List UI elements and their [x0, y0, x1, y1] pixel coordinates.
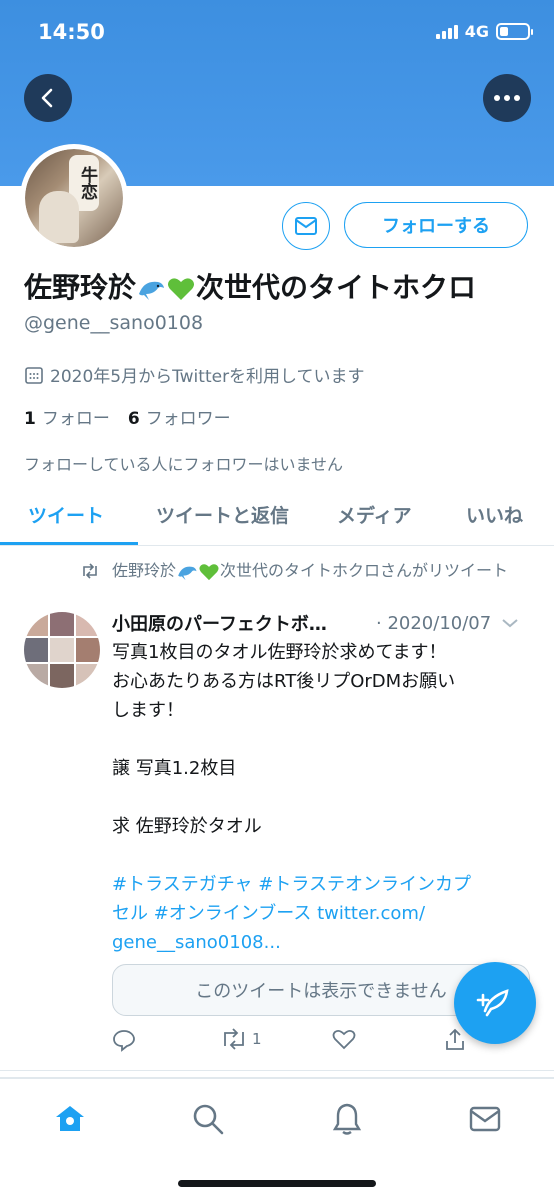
tweet-text: 写真1枚目のタオル佐野玲於求めてます！ お心あたりある方はRT後リプOrDMお願…: [112, 638, 532, 957]
share-icon: [446, 1028, 464, 1050]
more-icon: [494, 95, 520, 101]
tweet-line: 写真1枚目のタオル佐野玲於求めてます！: [112, 642, 447, 663]
home-icon: [56, 1106, 84, 1131]
avatar-photo: 牛恋: [25, 149, 123, 247]
joined-text: 2020年5月からTwitterを利用しています: [50, 367, 365, 387]
chevron-down-icon[interactable]: [501, 617, 519, 629]
display-name: 佐野玲於 次世代のタイトホクロ: [24, 266, 476, 306]
timeline-divider: [0, 1070, 554, 1078]
calendar-icon: [25, 366, 43, 384]
mail-icon: [469, 1106, 501, 1132]
tab-tweets[interactable]: ツイート: [28, 501, 104, 528]
dolphin-emoji-icon: [178, 566, 197, 580]
signal-icon: [435, 24, 458, 39]
tweet-author-avatar[interactable]: [24, 612, 100, 688]
status-time: 14:50: [38, 20, 105, 44]
profile-avatar[interactable]: 牛恋: [20, 144, 128, 252]
tweet-line: [112, 841, 532, 870]
more-options-button[interactable]: [483, 74, 531, 122]
nav-home[interactable]: [50, 1099, 90, 1139]
tweet-line: 求 佐野玲於タオル: [112, 816, 262, 837]
home-indicator: [178, 1180, 376, 1187]
tweet-line: します！: [112, 700, 184, 721]
search-icon: [193, 1104, 224, 1135]
profile-tabs: ツイート ツイートと返信 メディア いいね: [0, 484, 554, 546]
nav-messages[interactable]: [465, 1099, 505, 1139]
display-name-suffix: 次世代のタイトホクロ: [196, 271, 477, 304]
chevron-left-icon: [41, 88, 53, 108]
display-name-text: 佐野玲於: [24, 271, 137, 304]
reply-icon: [113, 1030, 135, 1052]
retweeter-name: 佐野玲於: [112, 561, 177, 580]
following-label: フォロー: [41, 409, 110, 429]
tab-likes[interactable]: いいね: [466, 501, 523, 528]
green-heart-emoji-icon: [168, 278, 195, 300]
active-tab-indicator: [0, 542, 138, 545]
like-button[interactable]: [332, 1028, 356, 1050]
followers-link[interactable]: 6 フォロワー: [128, 404, 231, 429]
retweet-icon: [83, 563, 97, 579]
retweet-icon: [224, 1028, 244, 1050]
avatar-person: [39, 191, 79, 243]
dolphin-emoji-icon: [139, 281, 165, 300]
retweet-button[interactable]: 1: [220, 1028, 262, 1050]
tweet-hashtags[interactable]: セル #オンラインブース twitter.com/: [112, 899, 532, 928]
bell-icon: [332, 1103, 362, 1135]
compose-feather-icon: [476, 989, 509, 1017]
follow-counts: 1 フォロー 6 フォロワー: [24, 404, 231, 429]
profile-handle: @gene__sano0108: [24, 312, 204, 334]
status-indicators: 4G: [435, 22, 533, 41]
following-link[interactable]: 1 フォロー: [24, 404, 110, 429]
joined-date: 2020年5月からTwitterを利用しています: [24, 362, 365, 387]
tweet-author-name[interactable]: 小田原のパーフェクトボ…: [112, 610, 362, 636]
back-button[interactable]: [24, 74, 72, 122]
network-label: 4G: [464, 22, 489, 41]
battery-level: [500, 27, 508, 36]
tab-tweets-and-replies[interactable]: ツイートと返信: [156, 501, 289, 528]
tweet-hashtags[interactable]: #トラステガチャ #トラステオンラインカプ: [112, 870, 532, 899]
compose-tweet-button[interactable]: [454, 962, 536, 1044]
tweet-link[interactable]: gene__sano0108...: [112, 928, 532, 957]
nav-notifications[interactable]: [327, 1099, 367, 1139]
battery-icon: [496, 23, 533, 40]
retweet-suffix: 次世代のタイトホクロさんがリツイート: [220, 561, 509, 580]
tweet-line: [112, 783, 532, 812]
tweet-line: 譲 写真1.2枚目: [112, 758, 237, 779]
tweet-header: 小田原のパーフェクトボ… · 2020/10/07: [112, 610, 532, 636]
following-count: 1: [24, 409, 36, 429]
nav-search[interactable]: [188, 1099, 228, 1139]
heart-icon: [332, 1029, 356, 1050]
followers-you-know: フォローしている人にフォロワーはいません: [24, 455, 344, 474]
follow-button[interactable]: フォローする: [344, 202, 528, 248]
share-button[interactable]: [444, 1028, 466, 1052]
green-heart-emoji-icon: [199, 563, 219, 580]
retweet-count: 1: [252, 1030, 262, 1048]
retweet-context: 佐野玲於 次世代のタイトホクロさんがリツイート: [80, 560, 520, 583]
reply-button[interactable]: [112, 1028, 136, 1052]
message-button[interactable]: [282, 202, 330, 250]
tweet-date: · 2020/10/07: [376, 612, 492, 634]
tweet-line: [112, 725, 532, 754]
tweet-line: お心あたりある方はRT後リプOrDMお願い: [112, 671, 456, 692]
tab-media[interactable]: メディア: [337, 501, 412, 528]
mail-icon: [295, 217, 317, 235]
followers-label: フォロワー: [145, 409, 231, 429]
followers-count: 6: [127, 409, 140, 429]
